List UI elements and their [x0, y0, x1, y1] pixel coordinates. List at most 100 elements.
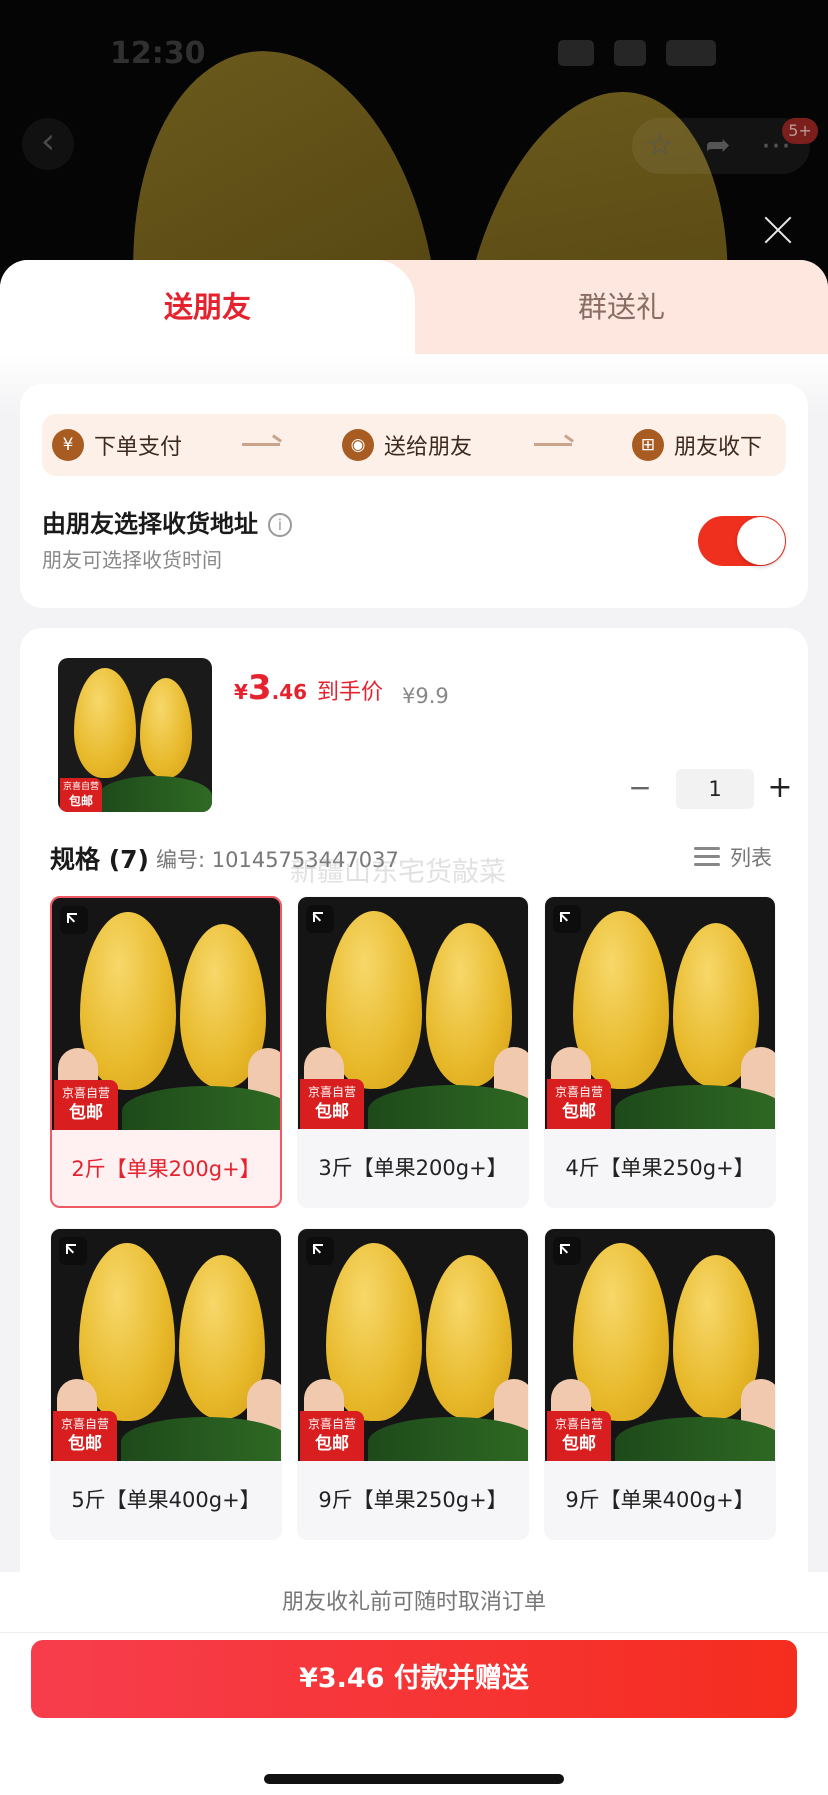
leaf-image [368, 1417, 528, 1461]
home-indicator [264, 1774, 564, 1784]
sku-image: 京喜自营 包邮 [545, 1229, 775, 1461]
sku-option[interactable]: 京喜自营 包邮 9斤【单果250g+】 [297, 1228, 529, 1540]
leaf-image [615, 1085, 775, 1129]
gift-sheet: 送朋友 群送礼 ¥ 下单支付 ◉ 送给朋友 ⊞ 朋友收下 由朋友选择收货地址 i… [0, 260, 828, 1795]
address-option-title: 由朋友选择收货地址 i [42, 504, 292, 539]
badge-top-text: 京喜自营 [554, 1085, 603, 1099]
badge-top-text: 京喜自营 [60, 1417, 109, 1431]
cancel-note: 朋友收礼前可随时取消订单 [281, 1590, 546, 1615]
badge-top-text: 京喜自营 [62, 782, 99, 792]
tab-group-gift[interactable]: 群送礼 [415, 260, 828, 354]
ziying-badge: 京喜自营 包邮 [53, 1411, 117, 1461]
badge-bottom-text: 包邮 [562, 1102, 596, 1122]
sku-image: 京喜自营 包邮 [298, 1229, 528, 1461]
ziying-badge: 京喜自营 包邮 [547, 1079, 611, 1129]
arrow-right-icon [242, 443, 280, 446]
leaf-image [121, 1417, 281, 1461]
price-currency: ¥ [234, 680, 248, 704]
sku-option[interactable]: 京喜自营包邮 3斤【单果200g+】 [297, 896, 529, 1208]
info-icon[interactable]: i [268, 513, 292, 537]
sku-option[interactable]: 京喜自营 包邮 9斤【单果400g+】 [544, 1228, 776, 1540]
friend-address-toggle[interactable] [698, 516, 786, 566]
flow-step-label: 送给朋友 [384, 435, 473, 460]
ziying-badge: 京喜自营 包邮 [547, 1411, 611, 1461]
expand-icon[interactable] [59, 1237, 87, 1265]
status-icons [558, 40, 728, 66]
flow-step-send: ◉ 送给朋友 [342, 414, 472, 476]
badge-bottom-text: 包邮 [562, 1434, 596, 1454]
address-option-subtitle: 朋友可选择收货时间 [42, 548, 222, 572]
leaf-image [615, 1417, 775, 1461]
toggle-knob [737, 517, 785, 565]
expand-icon[interactable] [306, 1237, 334, 1265]
screen: 12:30 ‹ ☆ ➦ ⋯ 5+ 送朋友 群送礼 ¥ 下单支付 ◉ 送给朋友 ⊞… [0, 0, 828, 1795]
share-icon: ➦ [705, 128, 731, 163]
expand-icon[interactable] [553, 905, 581, 933]
ziying-badge: 京喜自营 包邮 [300, 1411, 364, 1461]
leaf-image [368, 1085, 528, 1129]
original-price: ¥9.9 [402, 684, 449, 708]
ziying-badge: 京喜自营 包邮 [60, 778, 102, 812]
gift-icon: ⊞ [632, 429, 664, 461]
sku-label: 5斤【单果400g+】 [71, 1488, 261, 1512]
badge-top-text: 京喜自营 [554, 1417, 603, 1431]
list-view-label: 列表 [730, 846, 772, 870]
badge-bottom-text: 包邮 [69, 1103, 103, 1123]
address-title-text: 由朋友选择收货地址 [42, 510, 258, 538]
flow-step-receive: ⊞ 朋友收下 [632, 414, 762, 476]
badge-bottom-text: 包邮 [315, 1434, 349, 1454]
flow-step-label: 朋友收下 [674, 435, 763, 460]
badge-top-text: 京喜自营 [61, 1086, 110, 1100]
sku-label: 3斤【单果200g+】 [318, 1156, 508, 1180]
sku-image: 京喜自营 包邮 [52, 898, 280, 1130]
badge-top-text: 京喜自营 [307, 1417, 356, 1431]
watermark: 新疆山东宅货敲菜 [290, 857, 506, 888]
back-icon: ‹ [22, 118, 74, 170]
deal-price: ¥3.46 到手价 [234, 668, 383, 708]
badge-bottom-text: 包邮 [68, 794, 93, 808]
sku-image: 京喜自营 包邮 [51, 1229, 281, 1461]
badge-top-text: 京喜自营 [307, 1085, 356, 1099]
status-time: 12:30 [110, 36, 206, 71]
badge-bottom-text: 包邮 [315, 1102, 349, 1122]
flow-step-label: 下单支付 [94, 435, 183, 460]
mango-image [74, 668, 136, 778]
cart-badge: 5+ [782, 118, 818, 144]
divider [0, 1632, 828, 1633]
expand-icon[interactable] [306, 905, 334, 933]
arrow-right-icon [534, 443, 572, 446]
close-icon[interactable] [758, 210, 798, 250]
product-card: 京喜自营 包邮 ¥3.46 到手价 ¥9.9 − 1 + 规格 (7) 编号: 1… [20, 628, 808, 1628]
gift-flow: ¥ 下单支付 ◉ 送给朋友 ⊞ 朋友收下 [42, 414, 786, 476]
expand-icon[interactable] [553, 1237, 581, 1265]
wechat-icon: ◉ [342, 429, 374, 461]
tab-send-friend[interactable]: 送朋友 [0, 260, 415, 354]
price-decimal: .46 [271, 680, 308, 704]
expand-icon[interactable] [60, 906, 88, 934]
leaf-image [122, 1086, 280, 1130]
sku-label: 4斤【单果250g+】 [565, 1156, 755, 1180]
sku-option[interactable]: 京喜自营包邮 4斤【单果250g+】 [544, 896, 776, 1208]
badge-bottom-text: 包邮 [68, 1434, 102, 1454]
spec-title: 规格 (7) [50, 845, 149, 874]
ziying-badge: 京喜自营 包邮 [300, 1079, 364, 1129]
sku-option[interactable]: 京喜自营包邮 2斤【单果200g+】 [50, 896, 282, 1208]
minus-icon[interactable]: − [620, 769, 660, 809]
sku-label: 2斤【单果200g+】 [71, 1157, 261, 1181]
leaf-image [98, 776, 212, 812]
sku-option[interactable]: 京喜自营包邮 5斤【单果400g+】 [50, 1228, 282, 1540]
sku-image: 京喜自营 包邮 [298, 897, 528, 1129]
product-thumbnail: 京喜自营 包邮 [58, 658, 212, 812]
background-product-page: 12:30 ‹ ☆ ➦ ⋯ 5+ [0, 0, 828, 300]
gift-settings-card: ¥ 下单支付 ◉ 送给朋友 ⊞ 朋友收下 由朋友选择收货地址 i 朋友可选择收货时… [20, 384, 808, 608]
pay-and-gift-button[interactable]: ¥3.46 付款并赠送 [31, 1640, 797, 1718]
list-icon [694, 845, 720, 869]
sku-image: 京喜自营 包邮 [545, 897, 775, 1129]
quantity-input[interactable]: 1 [676, 769, 754, 809]
yen-circle-icon: ¥ [52, 429, 84, 461]
star-icon: ☆ [646, 128, 674, 163]
list-view-toggle[interactable]: 列表 [694, 842, 772, 872]
flow-step-pay: ¥ 下单支付 [52, 414, 182, 476]
plus-icon[interactable]: + [760, 769, 800, 809]
price-integer: 3 [247, 668, 272, 708]
